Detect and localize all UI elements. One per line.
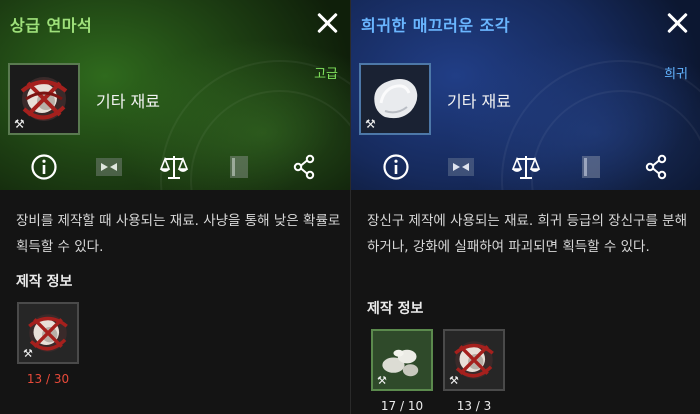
hammer-icon: ⚒ — [23, 347, 33, 360]
scale-icon[interactable] — [509, 150, 543, 184]
item-title: 상급 연마석 — [10, 16, 93, 35]
item-toolbar — [0, 150, 350, 184]
item-type: 기타 재료 — [447, 92, 511, 111]
book-icon[interactable] — [574, 150, 608, 184]
transfer-icon[interactable] — [92, 150, 126, 184]
hammer-icon: ⚒ — [365, 117, 376, 131]
transfer-icon[interactable] — [444, 150, 478, 184]
material-count: 17 / 10 — [380, 399, 424, 413]
hammer-icon: ⚒ — [14, 117, 25, 131]
craft-material-slot[interactable]: ⚒ — [17, 302, 79, 364]
tooltip-header: 희귀한 매끄러운 조각 ⚒ 희귀 기타 재료 — [351, 0, 700, 190]
item-icon: ⚒ — [359, 63, 431, 135]
item-grade: 희귀 — [664, 67, 688, 82]
item-title: 희귀한 매끄러운 조각 — [361, 16, 511, 35]
item-icon: ⚒ — [8, 63, 80, 135]
close-icon[interactable] — [314, 10, 340, 36]
item-grade: 고급 — [314, 67, 338, 82]
info-icon[interactable] — [379, 150, 413, 184]
item-tooltip-panel-right: 희귀한 매끄러운 조각 ⚒ 희귀 기타 재료 장신구 제작에 사용되는 재료. … — [351, 0, 700, 414]
book-icon[interactable] — [222, 150, 256, 184]
item-description: 장신구 제작에 사용되는 재료. 희귀 등급의 장신구를 분해하거나, 강화에 … — [367, 213, 687, 255]
item-tooltip-panel-left: 상급 연마석 ⚒ 고급 기타 재료 장비를 제작할 때 사용되는 재료. 사냥을… — [0, 0, 350, 414]
info-icon[interactable] — [27, 150, 61, 184]
craft-material-slot[interactable]: ⚒ — [443, 329, 505, 391]
material-count: 13 / 30 — [26, 372, 70, 386]
scale-icon[interactable] — [157, 150, 191, 184]
share-icon[interactable] — [639, 150, 673, 184]
craft-info-title: 제작 정보 — [16, 274, 73, 290]
hammer-icon: ⚒ — [449, 374, 459, 387]
item-type: 기타 재료 — [96, 92, 160, 111]
material-count: 13 / 3 — [456, 399, 492, 413]
hammer-icon: ⚒ — [377, 374, 387, 387]
close-icon[interactable] — [664, 10, 690, 36]
item-toolbar — [351, 150, 700, 184]
share-icon[interactable] — [287, 150, 321, 184]
item-description: 장비를 제작할 때 사용되는 재료. 사냥을 통해 낮은 확률로 획득할 수 있… — [16, 213, 341, 255]
tooltip-header: 상급 연마석 ⚒ 고급 기타 재료 — [0, 0, 350, 190]
craft-info-title: 제작 정보 — [367, 301, 424, 317]
craft-material-slot[interactable]: ⚒ — [371, 329, 433, 391]
